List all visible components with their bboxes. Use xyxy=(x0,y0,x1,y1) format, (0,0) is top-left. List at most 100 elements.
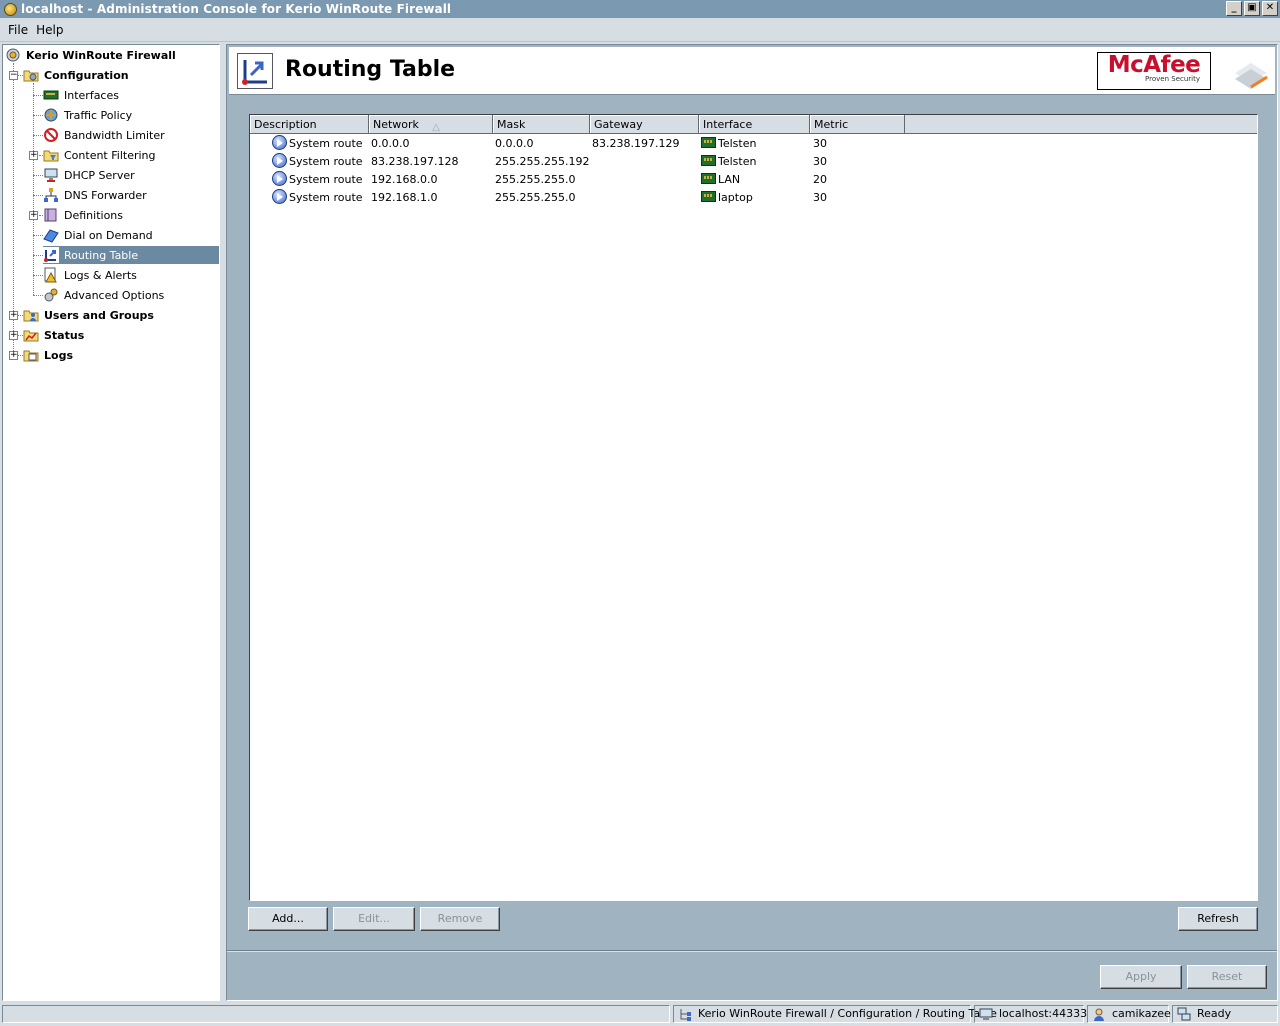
minimize-button[interactable]: _ xyxy=(1226,1,1242,16)
folder-gear-icon xyxy=(23,67,39,83)
navigation-tree: Kerio WinRoute Firewall − Configuration … xyxy=(2,44,220,1001)
expand-status[interactable]: + xyxy=(9,331,18,340)
cell-mask: 255.255.255.0 xyxy=(495,191,576,204)
tree-status[interactable]: Status xyxy=(23,326,86,344)
tree-item-routing-table[interactable]: Routing Table xyxy=(43,246,219,264)
remove-button[interactable]: Remove xyxy=(420,907,500,931)
cell-metric: 20 xyxy=(813,173,827,186)
maximize-button[interactable]: ▣ xyxy=(1244,1,1260,16)
tree-logs[interactable]: Logs xyxy=(23,346,75,364)
status-server: localhost:44333 xyxy=(974,1005,1087,1023)
divider xyxy=(227,950,1277,952)
title-bar: localhost - Administration Console for K… xyxy=(0,0,1280,18)
tree-item-definitions[interactable]: Definitions xyxy=(43,206,125,224)
status-bar: Kerio WinRoute Firewall / Configuration … xyxy=(0,1003,1280,1024)
expand-users-groups[interactable]: + xyxy=(9,311,18,320)
kerio-icon xyxy=(5,47,21,63)
menu-help[interactable]: Help xyxy=(32,23,67,37)
dns-network-icon xyxy=(43,187,59,203)
cell-description: System route xyxy=(250,135,369,153)
definitions-book-icon xyxy=(43,207,59,223)
tree-users-and-groups[interactable]: Users and Groups xyxy=(23,306,156,324)
network-card-icon xyxy=(43,87,59,103)
column-description[interactable]: Description xyxy=(250,115,369,134)
cell-gateway xyxy=(590,153,699,171)
table-row[interactable]: System route 0.0.0.0 0.0.0.0 83.238.197.… xyxy=(250,135,1257,153)
edit-button[interactable]: Edit... xyxy=(333,907,415,931)
cell-mask: 255.255.255.0 xyxy=(495,173,576,186)
apply-button[interactable]: Apply xyxy=(1100,965,1182,989)
tree-item-dhcp-server[interactable]: DHCP Server xyxy=(43,166,137,184)
network-card-icon xyxy=(701,137,716,148)
expand-content-filtering[interactable]: + xyxy=(29,151,38,160)
tree-item-bandwidth-limiter[interactable]: Bandwidth Limiter xyxy=(43,126,167,144)
column-gateway[interactable]: Gateway xyxy=(590,115,699,134)
cell-network: 83.238.197.128 xyxy=(371,155,459,168)
refresh-button[interactable]: Refresh xyxy=(1178,907,1258,931)
table-row[interactable]: System route 192.168.1.0 255.255.255.0 l… xyxy=(250,189,1257,207)
traffic-policy-icon xyxy=(43,107,59,123)
page-title: Routing Table xyxy=(285,57,456,82)
cell-description: System route xyxy=(250,171,369,189)
window-title: localhost - Administration Console for K… xyxy=(21,2,452,16)
collapse-configuration[interactable]: − xyxy=(9,71,18,80)
tree-item-logs-alerts[interactable]: Logs & Alerts xyxy=(43,266,139,284)
cell-interface: LAN xyxy=(699,171,810,189)
table-header: Description Network △ Mask Gateway Inter… xyxy=(250,115,1257,134)
cell-network: 192.168.0.0 xyxy=(371,173,438,186)
cell-metric: 30 xyxy=(813,137,827,150)
user-icon xyxy=(1092,1007,1106,1021)
status-path: Kerio WinRoute Firewall / Configuration … xyxy=(673,1005,997,1023)
cell-interface: Telsten xyxy=(699,135,810,153)
window-controls: _ ▣ ✕ xyxy=(1226,1,1278,16)
add-button[interactable]: Add... xyxy=(248,907,328,931)
system-route-icon xyxy=(272,189,287,204)
column-interface[interactable]: Interface xyxy=(699,115,810,134)
tree-item-dial-on-demand[interactable]: Dial on Demand xyxy=(43,226,155,244)
column-network-label: Network xyxy=(373,118,419,131)
tree-item-traffic-policy[interactable]: Traffic Policy xyxy=(43,106,134,124)
warning-log-icon xyxy=(43,267,59,283)
content-panel: Routing Table McAfee Proven Security Des… xyxy=(226,44,1278,1001)
expand-definitions[interactable]: + xyxy=(29,211,38,220)
tree-item-advanced-options[interactable]: Advanced Options xyxy=(43,286,166,304)
cell-network: 192.168.1.0 xyxy=(371,191,438,204)
status-state: Ready xyxy=(1172,1005,1278,1023)
tree-root[interactable]: Kerio WinRoute Firewall xyxy=(5,46,178,64)
menu-bar: File Help xyxy=(0,18,1280,42)
network-card-icon xyxy=(701,191,716,202)
column-metric[interactable]: Metric xyxy=(810,115,905,134)
cell-description: System route xyxy=(250,153,369,171)
cell-interface: laptop xyxy=(699,189,810,207)
logs-folder-icon xyxy=(23,347,39,363)
tree-item-dns-forwarder[interactable]: DNS Forwarder xyxy=(43,186,149,204)
tree-item-interfaces[interactable]: Interfaces xyxy=(43,86,121,104)
reset-button[interactable]: Reset xyxy=(1187,965,1267,989)
cell-mask: 0.0.0.0 xyxy=(495,137,534,150)
system-route-icon xyxy=(272,135,287,150)
cell-mask: 255.255.255.192 xyxy=(495,155,590,168)
cell-gateway xyxy=(590,189,699,207)
kerio-logo-icon xyxy=(1229,47,1275,95)
network-card-icon xyxy=(701,155,716,166)
table-row[interactable]: System route 192.168.0.0 255.255.255.0 L… xyxy=(250,171,1257,189)
close-button[interactable]: ✕ xyxy=(1262,1,1278,16)
cell-gateway: 83.238.197.129 xyxy=(592,137,680,150)
tree-item-content-filtering[interactable]: Content Filtering xyxy=(43,146,158,164)
column-mask[interactable]: Mask xyxy=(493,115,590,134)
routing-table-icon xyxy=(43,247,59,263)
expand-logs[interactable]: + xyxy=(9,351,18,360)
table-row[interactable]: System route 83.238.197.128 255.255.255.… xyxy=(250,153,1257,171)
tree-configuration[interactable]: Configuration xyxy=(23,66,131,84)
status-user: camikazee xyxy=(1087,1005,1171,1023)
routing-table-header-icon xyxy=(237,53,273,89)
routing-table[interactable]: Description Network △ Mask Gateway Inter… xyxy=(249,114,1258,901)
users-folder-icon xyxy=(23,307,39,323)
cell-description: System route xyxy=(250,189,369,207)
system-route-icon xyxy=(272,153,287,168)
column-network[interactable]: Network △ xyxy=(369,115,493,134)
menu-file[interactable]: File xyxy=(4,23,32,37)
system-route-icon xyxy=(272,171,287,186)
gears-icon xyxy=(43,287,59,303)
modem-icon xyxy=(43,227,59,243)
